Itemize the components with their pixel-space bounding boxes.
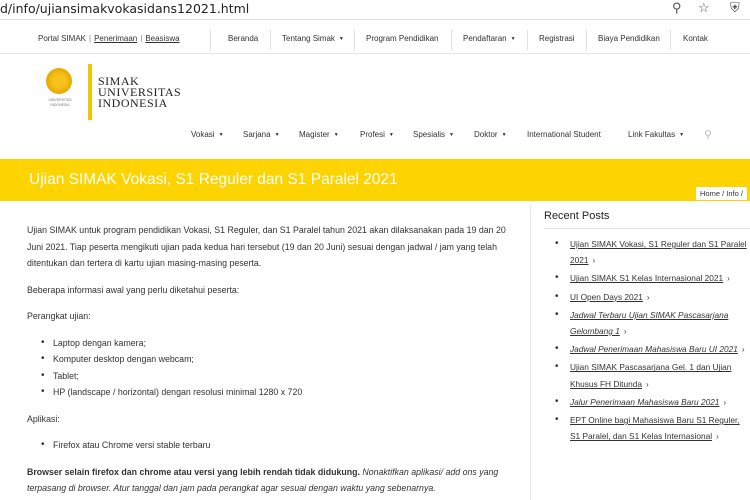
divider xyxy=(527,30,528,50)
portal-label: Portal SIMAK xyxy=(38,34,87,43)
caret-down-icon: ▼ xyxy=(338,36,344,42)
mainnav-item-spesialis[interactable]: Spesialis ▼ xyxy=(413,130,454,139)
recent-post-link[interactable]: Ujian SIMAK Pascasarjana Gel. 1 dan Ujia… xyxy=(570,362,731,388)
caret-down-icon: ▼ xyxy=(388,132,394,138)
page-title-banner: Ujian SIMAK Vokasi, S1 Reguler dan S1 Pa… xyxy=(0,159,750,201)
caret-down-icon: ▼ xyxy=(510,36,516,42)
mainnav-item-link-fakultas[interactable]: Link Fakultas ▼ xyxy=(628,130,684,139)
topnav-item-biaya-pendidikan[interactable]: Biaya Pendidikan xyxy=(598,34,660,43)
mainnav-item-magister[interactable]: Magister ▼ xyxy=(299,130,339,139)
caret-down-icon: ▼ xyxy=(333,132,339,138)
recent-posts-title: Recent Posts xyxy=(544,210,610,222)
divider xyxy=(270,30,271,50)
logo-bar xyxy=(88,64,92,120)
list-item: UI Open Days 2021› xyxy=(553,289,750,306)
penerimaan-link[interactable]: Penerimaan xyxy=(94,34,137,43)
breadcrumb[interactable]: Home / Info / xyxy=(696,187,747,200)
list-item: Ujian SIMAK Vokasi, S1 Reguler dan S1 Pa… xyxy=(553,236,750,269)
list-item: Jadwal Terbaru Ujian SIMAK Pascasarjana … xyxy=(553,307,750,340)
list-item: Ujian SIMAK S1 Kelas Internasional 2021 › xyxy=(553,270,750,287)
caret-down-icon: ▼ xyxy=(679,132,685,138)
divider xyxy=(544,228,750,229)
seal-caption: UNIVERSITAS INDONESIA xyxy=(48,98,72,107)
ui-seal-icon xyxy=(44,66,74,96)
divider xyxy=(354,30,355,50)
caret-down-icon: ▼ xyxy=(274,132,280,138)
divider xyxy=(586,30,587,50)
app-list: Firefox atau Chrome versi stable terbaru xyxy=(27,437,517,454)
recent-post-link[interactable]: Ujian SIMAK Vokasi, S1 Reguler dan S1 Pa… xyxy=(570,239,747,265)
article-body: Ujian SIMAK untuk program pendidikan Vok… xyxy=(27,222,517,500)
list-item: Komputer desktop dengan webcam; xyxy=(41,351,517,368)
list-item: Tablet; xyxy=(41,368,517,385)
shield-icon[interactable]: ⛨ xyxy=(730,0,740,16)
topnav-item-beranda[interactable]: Beranda xyxy=(228,34,258,43)
list-item: EPT Online bagi Mahasiswa Baru S1 Regule… xyxy=(553,412,750,445)
topnav-item-pendaftaran[interactable]: Pendaftaran ▼ xyxy=(463,34,516,43)
chevron-right-icon: › xyxy=(592,256,596,266)
mainnav-item-doktor[interactable]: Doktor ▼ xyxy=(474,130,507,139)
recent-post-link[interactable]: Jalur Penerimaan Mahasiswa Baru 2021 xyxy=(570,397,719,407)
mainnav-item-vokasi[interactable]: Vokasi ▼ xyxy=(191,130,224,139)
list-item: HP (landscape / horizontal) dengan resol… xyxy=(41,384,517,401)
divider xyxy=(670,30,671,50)
star-icon[interactable]: ☆ xyxy=(698,0,710,16)
list-item: Ujian SIMAK Pascasarjana Gel. 1 dan Ujia… xyxy=(553,359,750,392)
divider xyxy=(210,30,211,50)
browser-address-bar: d/info/ujiansimakvokasidans12021.html ⚲ … xyxy=(0,0,750,20)
list-item: Jadwal Penerimaan Mahasiswa Baru UI 2021… xyxy=(553,341,750,358)
caret-down-icon: ▼ xyxy=(218,132,224,138)
intro-paragraph: Ujian SIMAK untuk program pendidikan Vok… xyxy=(27,225,506,268)
recent-post-link[interactable]: EPT Online bagi Mahasiswa Baru S1 Regule… xyxy=(570,415,740,441)
site-logo[interactable]: UNIVERSITAS INDONESIA SIMAK UNIVERSITAS … xyxy=(40,64,240,120)
column-divider xyxy=(530,205,531,500)
search-icon[interactable]: ⚲ xyxy=(704,128,712,141)
mainnav-item-sarjana[interactable]: Sarjana ▼ xyxy=(243,130,280,139)
chevron-right-icon: › xyxy=(716,432,719,442)
chevron-right-icon: › xyxy=(727,274,730,284)
recent-posts-list: Ujian SIMAK Vokasi, S1 Reguler dan S1 Pa… xyxy=(553,236,750,446)
recent-post-link[interactable]: UI Open Days 2021 xyxy=(570,292,643,302)
caret-down-icon: ▼ xyxy=(449,132,454,138)
divider xyxy=(451,30,452,50)
device-list: Laptop dengan kamera; Komputer desktop d… xyxy=(27,335,517,401)
topnav-item-tentang-simak[interactable]: Tentang Simak ▼ xyxy=(282,34,344,43)
mainnav-item-international-student[interactable]: International Student xyxy=(527,130,601,139)
top-nav-portal: Portal SIMAK | Penerimaan | Beasiswa xyxy=(38,34,180,43)
chevron-right-icon: › xyxy=(645,379,649,389)
browser-note: Browser selain firefox dan chrome atau v… xyxy=(27,466,499,494)
page-title: Ujian SIMAK Vokasi, S1 Reguler dan S1 Pa… xyxy=(29,171,398,188)
url-field[interactable]: d/info/ujiansimakvokasidans12021.html xyxy=(0,1,249,16)
list-item: Laptop dengan kamera; xyxy=(41,335,517,352)
caret-down-icon: ▼ xyxy=(501,132,507,138)
chevron-right-icon: › xyxy=(741,345,745,355)
top-nav: Portal SIMAK | Penerimaan | Beasiswa Beranda… xyxy=(0,24,750,54)
logo-text: SIMAK UNIVERSITAS INDONESIA xyxy=(98,74,182,110)
device-heading: Perangkat ujian: xyxy=(27,311,91,321)
topnav-item-program-pendidikan[interactable]: Program Pendidikan xyxy=(366,34,438,43)
recent-post-link[interactable]: Ujian SIMAK S1 Kelas Internasional 2021 xyxy=(570,273,723,283)
app-heading: Aplikasi: xyxy=(27,413,60,424)
topnav-item-kontak[interactable]: Kontak xyxy=(683,34,708,43)
list-item: Firefox atau Chrome versi stable terbaru xyxy=(41,437,517,454)
info-heading: Beberapa informasi awal yang perlu diket… xyxy=(27,284,240,295)
chevron-right-icon: › xyxy=(623,327,627,337)
topnav-item-registrasi[interactable]: Registrasi xyxy=(539,34,575,43)
chevron-right-icon: › xyxy=(646,292,650,302)
mainnav-item-profesi[interactable]: Profesi ▼ xyxy=(360,130,394,139)
search-icon[interactable]: ⚲ xyxy=(672,0,682,16)
chevron-right-icon: › xyxy=(723,397,727,407)
recent-post-link[interactable]: Jadwal Penerimaan Mahasiswa Baru UI 2021 xyxy=(570,344,738,354)
beasiswa-link[interactable]: Beasiswa xyxy=(145,34,179,43)
list-item: Jalur Penerimaan Mahasiswa Baru 2021 › xyxy=(553,394,750,411)
recent-post-link[interactable]: Jadwal Terbaru Ujian SIMAK Pascasarjana … xyxy=(570,310,728,336)
